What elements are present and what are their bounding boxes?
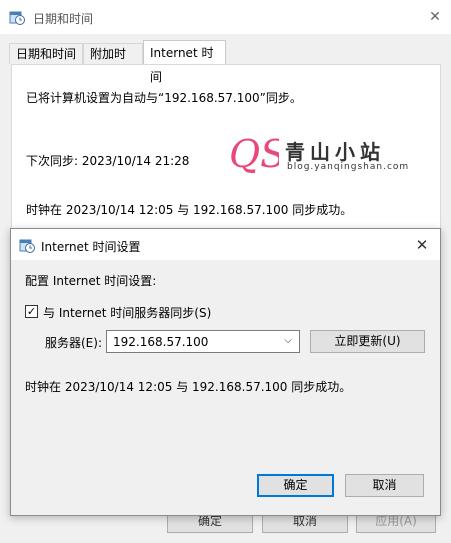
sync-checkbox-label[interactable]: 与 Internet 时间服务器同步(S) bbox=[43, 304, 211, 321]
next-sync-text: 下次同步: 2023/10/14 21:28 bbox=[26, 154, 190, 168]
outer-close-icon[interactable]: ✕ bbox=[424, 6, 446, 28]
tab-additional-clocks[interactable]: 附加时钟 bbox=[83, 43, 143, 82]
dialog-close-icon[interactable]: ✕ bbox=[410, 233, 434, 257]
watermark-logo-letters: QS bbox=[229, 132, 279, 175]
dialog-ok-button[interactable]: 确定 bbox=[257, 474, 334, 497]
server-value: 192.168.57.100 bbox=[113, 335, 209, 349]
last-sync-text: 时钟在 2023/10/14 12:05 与 192.168.57.100 同步… bbox=[26, 203, 353, 217]
server-dropdown[interactable]: 192.168.57.100 ⌵ bbox=[106, 330, 300, 353]
watermark-logo-icon: QS bbox=[229, 132, 279, 175]
dialog-status-text: 时钟在 2023/10/14 12:05 与 192.168.57.100 同步… bbox=[25, 380, 352, 394]
outer-titlebar[interactable]: 日期和时间 ✕ bbox=[0, 0, 451, 34]
watermark-title: 青山小站 bbox=[285, 140, 385, 164]
dialog-title: Internet 时间设置 bbox=[41, 240, 141, 254]
sync-checkbox[interactable]: ✓ bbox=[25, 305, 38, 318]
internet-time-settings-dialog: Internet 时间设置 ✕ 配置 Internet 时间设置: ✓ 与 In… bbox=[10, 228, 441, 516]
dialog-titlebar[interactable]: Internet 时间设置 ✕ bbox=[11, 229, 440, 260]
auto-sync-text: 已将计算机设置为自动与“192.168.57.100”同步。 bbox=[26, 91, 302, 105]
chevron-down-icon[interactable]: ⌵ bbox=[281, 334, 295, 348]
update-now-button[interactable]: 立即更新(U) bbox=[310, 330, 425, 353]
outer-window-title: 日期和时间 bbox=[33, 12, 94, 26]
server-label: 服务器(E): bbox=[45, 336, 102, 350]
watermark-url: blog.yanqingshan.com bbox=[287, 162, 410, 172]
tab-internet-time[interactable]: Internet 时间 bbox=[143, 40, 226, 84]
dialog-heading: 配置 Internet 时间设置: bbox=[25, 274, 157, 288]
tab-date-time[interactable]: 日期和时间 bbox=[9, 43, 83, 64]
clock-calendar-icon bbox=[9, 11, 25, 25]
dialog-clock-icon bbox=[19, 239, 35, 253]
dialog-cancel-button[interactable]: 取消 bbox=[345, 474, 424, 497]
